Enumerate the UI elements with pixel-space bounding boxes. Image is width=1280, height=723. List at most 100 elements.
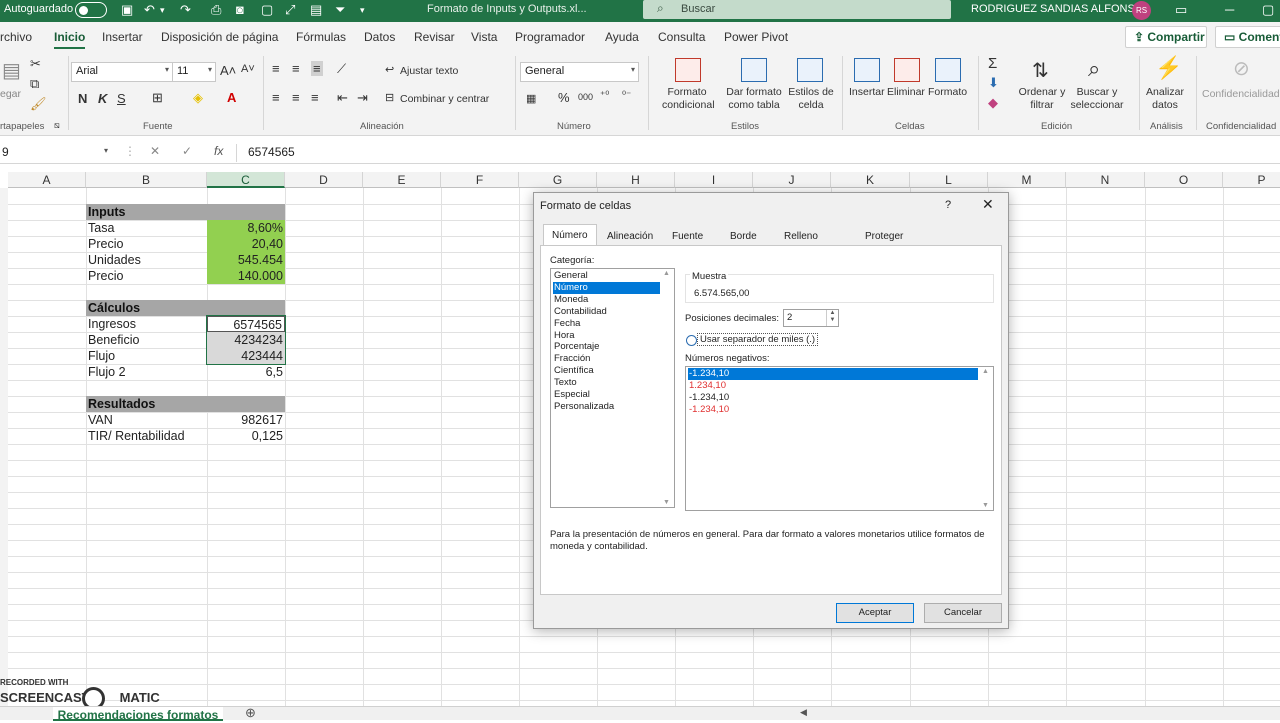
redo-icon[interactable]: ↷ <box>180 2 191 18</box>
decrease-decimal-icon[interactable]: ⁰⁻ <box>622 90 631 101</box>
category-item[interactable]: Contabilidad <box>553 306 660 318</box>
name-box[interactable]: 9 ▾ <box>0 144 112 162</box>
currency-icon[interactable]: ▦ <box>526 92 536 105</box>
scroll-down-icon[interactable]: ▼ <box>982 502 989 509</box>
merge-button[interactable]: Combinar y centrar <box>400 93 489 106</box>
negative-format-item[interactable]: -1.234,10 <box>688 368 978 380</box>
column-header-m[interactable]: M <box>988 172 1066 188</box>
sheet-tab[interactable]: Recomendaciones formatos <box>53 707 223 722</box>
share-button[interactable]: ⇪ Compartir <box>1125 26 1207 48</box>
restore-icon[interactable]: ▢ <box>1262 2 1274 18</box>
input-label[interactable]: Tasa <box>86 220 207 236</box>
column-header-c[interactable]: C <box>207 172 285 188</box>
format-cells-icon[interactable] <box>935 58 961 82</box>
column-header-e[interactable]: E <box>363 172 441 188</box>
font-name-combo[interactable]: Arial ▾ <box>71 62 173 82</box>
thousands-checkbox[interactable] <box>686 335 697 346</box>
search-box[interactable]: ⌕ Buscar <box>643 0 951 19</box>
avatar[interactable]: RS <box>1132 1 1151 20</box>
align-middle-icon[interactable]: ≡ <box>292 61 300 76</box>
input-value[interactable]: 545.454 <box>207 252 285 268</box>
conditional-format-button[interactable]: Formato condicional <box>662 86 715 112</box>
sensitivity-icon[interactable]: ⊘ <box>1233 56 1250 81</box>
borders-icon[interactable]: ⊞ <box>152 90 163 106</box>
calc-value[interactable]: 4234234 <box>207 332 285 348</box>
help-icon[interactable]: ? <box>945 199 951 211</box>
font-size-combo[interactable]: 11 ▾ <box>172 62 216 82</box>
underline-button[interactable]: S <box>117 91 126 106</box>
column-header-d[interactable]: D <box>285 172 363 188</box>
calc-label[interactable]: Flujo <box>86 348 207 364</box>
format-cells-button[interactable]: Formato <box>928 86 967 99</box>
copy-icon[interactable]: ⧉ <box>30 76 39 92</box>
category-item[interactable]: Moneda <box>553 294 660 306</box>
column-header-a[interactable]: A <box>8 172 86 188</box>
tab-insertar[interactable]: Insertar <box>102 30 143 44</box>
calc-value[interactable]: 6,5 <box>207 364 285 380</box>
column-header-g[interactable]: G <box>519 172 597 188</box>
category-item[interactable]: Fecha <box>553 318 660 330</box>
close-icon[interactable]: ✕ <box>982 196 994 213</box>
decimals-stepper[interactable]: 2 ▲ ▼ <box>783 309 839 327</box>
formula-input[interactable]: 6574565 <box>248 145 295 159</box>
find-select-button[interactable]: Buscar y seleccionar <box>1066 86 1128 112</box>
calc-header[interactable]: Cálculos <box>86 300 285 316</box>
tab-proteger[interactable]: Proteger <box>858 227 910 246</box>
italic-button[interactable]: K <box>98 91 107 106</box>
tab-disposicion[interactable]: Disposición de página <box>161 30 278 44</box>
tab-borde[interactable]: Borde <box>723 227 764 246</box>
column-header-k[interactable]: K <box>831 172 910 188</box>
input-label[interactable]: Unidades <box>86 252 207 268</box>
increase-indent-icon[interactable]: ⇥ <box>357 90 368 106</box>
calc-label[interactable]: Flujo 2 <box>86 364 207 380</box>
insert-cells-icon[interactable] <box>854 58 880 82</box>
input-value[interactable]: 140.000 <box>207 268 285 284</box>
analyze-data-button[interactable]: Analizar datos <box>1143 86 1187 112</box>
percent-button[interactable]: % <box>558 90 570 105</box>
column-header-h[interactable]: H <box>597 172 675 188</box>
category-item[interactable]: Porcentaje <box>553 341 660 353</box>
format-table-button[interactable]: Dar formato como tabla <box>720 86 788 112</box>
column-header-o[interactable]: O <box>1145 172 1223 188</box>
tab-relleno[interactable]: Relleno <box>777 227 825 246</box>
column-header-l[interactable]: L <box>910 172 988 188</box>
save-icon[interactable]: ▣ <box>121 2 133 18</box>
calc-value[interactable]: 423444 <box>207 348 285 364</box>
category-item[interactable]: Científica <box>553 365 660 377</box>
tab-inicio[interactable]: Inicio <box>54 30 86 49</box>
calc-label[interactable]: Ingresos <box>86 316 207 332</box>
wrap-text-button[interactable]: Ajustar texto <box>400 65 458 78</box>
tab-power-pivot[interactable]: Power Pivot <box>724 30 788 44</box>
input-value[interactable]: 20,40 <box>207 236 285 252</box>
category-scrollbar[interactable]: ▲ ▼ <box>661 270 673 506</box>
calc-label[interactable]: Beneficio <box>86 332 207 348</box>
row-headers[interactable] <box>0 188 8 706</box>
tab-fuente[interactable]: Fuente <box>665 227 710 246</box>
result-label[interactable]: TIR/ Rentabilidad <box>86 428 207 444</box>
category-item[interactable]: Fracción <box>553 353 660 365</box>
results-header[interactable]: Resultados <box>86 396 285 412</box>
paste-label[interactable]: egar <box>0 88 21 101</box>
find-select-icon[interactable]: ⌕ <box>1088 56 1100 82</box>
calc-value-selected[interactable]: 6574565 <box>207 316 285 332</box>
comments-button[interactable]: ▭ Comenta <box>1215 26 1280 48</box>
negative-format-item[interactable]: -1.234,10 <box>688 404 978 416</box>
wrap-text-icon[interactable]: ↩ <box>385 63 394 76</box>
input-label[interactable]: Precio <box>86 236 207 252</box>
tab-alineacion[interactable]: Alineación <box>600 227 660 246</box>
increase-decimal-icon[interactable]: ⁺⁰ <box>600 90 609 101</box>
result-value[interactable]: 982617 <box>207 412 285 428</box>
thousands-label[interactable]: Usar separador de miles (.) <box>697 333 819 346</box>
form-icon[interactable]: ▤ <box>310 2 322 18</box>
print-icon[interactable]: ⎙ <box>211 2 221 18</box>
negative-format-item[interactable]: 1.234,10 <box>688 380 978 392</box>
cell-styles-icon[interactable] <box>797 58 823 82</box>
analyze-data-icon[interactable]: ⚡ <box>1155 55 1182 81</box>
tab-programador[interactable]: Programador <box>515 30 585 44</box>
merge-icon[interactable]: ⊟ <box>385 91 394 104</box>
increase-font-icon[interactable]: A˄ <box>220 63 236 78</box>
align-top-icon[interactable]: ≡ <box>272 61 280 76</box>
cut-icon[interactable]: ✂ <box>30 56 41 72</box>
font-color-icon[interactable]: A <box>227 90 236 105</box>
clipboard-launcher-icon[interactable]: ⧅ <box>54 120 60 131</box>
